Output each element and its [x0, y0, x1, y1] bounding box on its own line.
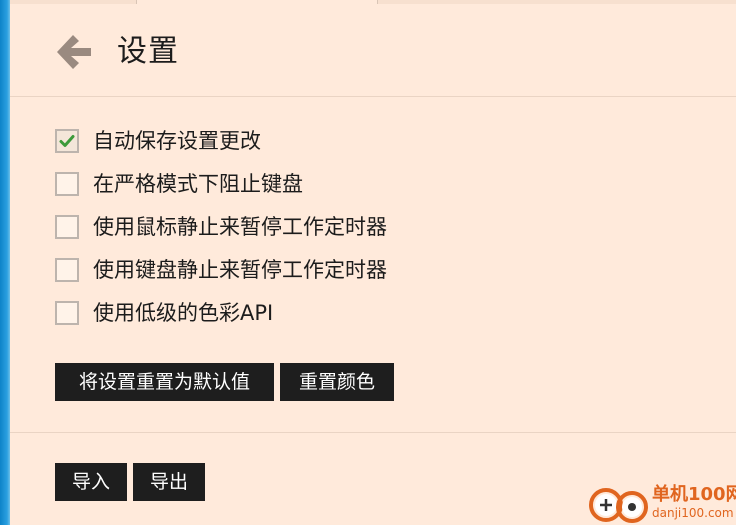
option-label: 在严格模式下阻止键盘 — [93, 172, 303, 196]
option-label: 使用键盘静止来暂停工作定时器 — [93, 258, 387, 282]
section-divider — [10, 432, 736, 433]
option-strict-mode-block-keyboard[interactable]: 在严格模式下阻止键盘 — [55, 169, 387, 199]
option-low-level-color-api[interactable]: 使用低级的色彩API — [55, 298, 387, 328]
option-label: 自动保存设置更改 — [93, 129, 261, 153]
strict-mode-checkbox[interactable] — [55, 172, 79, 196]
option-label: 使用鼠标静止来暂停工作定时器 — [93, 215, 387, 239]
option-autosave[interactable]: 自动保存设置更改 — [55, 126, 387, 156]
arrow-left-icon — [57, 35, 91, 69]
check-icon — [59, 135, 75, 147]
page-title: 设置 — [117, 34, 179, 69]
color-api-checkbox[interactable] — [55, 301, 79, 325]
autosave-checkbox[interactable] — [55, 129, 79, 153]
watermark-name: 单机100网 — [652, 484, 736, 505]
settings-options-list: 自动保存设置更改 在严格模式下阻止键盘 使用鼠标静止来暂停工作定时器 使用键盘静… — [55, 126, 387, 341]
watermark: 单机100网 danji100.com — [588, 483, 736, 525]
settings-header: 设置 — [10, 4, 736, 96]
mouse-idle-checkbox[interactable] — [55, 215, 79, 239]
option-label: 使用低级的色彩API — [93, 301, 274, 325]
back-button[interactable] — [54, 32, 94, 72]
window-left-edge — [0, 0, 10, 525]
option-mouse-idle-pause[interactable]: 使用鼠标静止来暂停工作定时器 — [55, 212, 387, 242]
header-divider — [10, 96, 736, 97]
reset-colors-button[interactable]: 重置颜色 — [280, 363, 394, 401]
watermark-url: danji100.com — [652, 506, 734, 520]
import-button[interactable]: 导入 — [55, 463, 127, 501]
option-keyboard-idle-pause[interactable]: 使用键盘静止来暂停工作定时器 — [55, 255, 387, 285]
reset-settings-button[interactable]: 将设置重置为默认值 — [55, 363, 274, 401]
export-button[interactable]: 导出 — [133, 463, 205, 501]
watermark-logo-icon — [589, 488, 648, 523]
keyboard-idle-checkbox[interactable] — [55, 258, 79, 282]
